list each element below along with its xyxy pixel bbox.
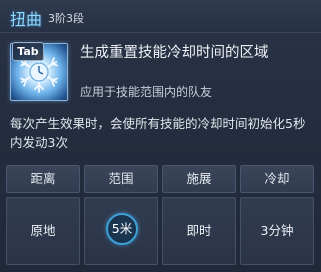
stat-cooldown: 冷却 3分钟 <box>240 165 314 267</box>
skill-effect-text: 每次产生效果时，会使所有技能的冷却时间初始化5秒内发动3次 <box>10 116 306 150</box>
skill-stats-grid: 距离 原地 范围 5米 施展 即时 冷却 3分钟 <box>6 165 315 267</box>
stat-value: 即时 <box>162 197 236 265</box>
stat-value: 3分钟 <box>240 197 314 265</box>
hotkey-badge: Tab <box>12 42 44 61</box>
tooltip-header: 扭曲 3阶3段 <box>0 0 321 33</box>
skill-description-title: 生成重置技能冷却时间的区域 <box>80 45 269 61</box>
stat-cast: 施展 即时 <box>162 165 236 267</box>
stat-distance: 距离 原地 <box>6 165 80 267</box>
skill-name: 扭曲 <box>10 10 43 29</box>
stat-value: 原地 <box>6 197 80 265</box>
skill-tooltip: 扭曲 3阶3段 Tab 生成重置技能冷却时间的区域 应用于技能范围内的队友 每次… <box>0 0 321 272</box>
skill-description-sub: 应用于技能范围内的队友 <box>80 85 213 99</box>
skill-level: 3阶3段 <box>48 12 84 25</box>
stat-value-container: 5米 <box>84 197 158 265</box>
stat-range: 范围 5米 <box>84 165 158 267</box>
stat-label: 施展 <box>162 165 236 193</box>
stat-label: 范围 <box>84 165 158 193</box>
stat-label: 距离 <box>6 165 80 193</box>
range-ring-icon: 5米 <box>106 213 138 245</box>
stat-label: 冷却 <box>240 165 314 193</box>
